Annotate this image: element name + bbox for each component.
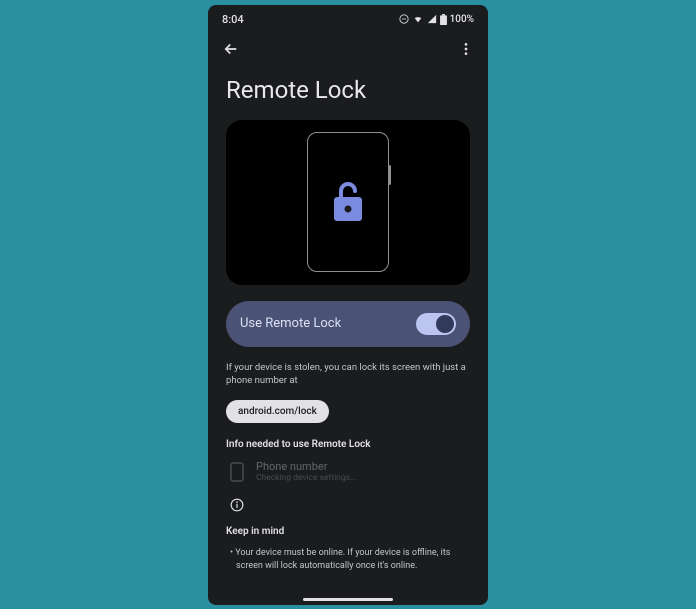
phone-frame: 8:04 100% Remote Lock: [208, 5, 488, 605]
unlock-icon: [328, 179, 368, 225]
arrow-back-icon: [222, 40, 240, 58]
more-vert-icon: [458, 41, 474, 57]
switch-icon: [416, 313, 456, 335]
keep-in-mind-bullet: • Your device must be online. If your de…: [226, 547, 470, 572]
status-time: 8:04: [222, 13, 244, 26]
toolbar: [208, 30, 488, 64]
phone-device-icon: [230, 462, 244, 482]
info-section-title: Info needed to use Remote Lock: [226, 439, 470, 450]
use-remote-lock-toggle[interactable]: Use Remote Lock: [226, 301, 470, 347]
info-icon: [230, 498, 244, 512]
back-button[interactable]: [222, 40, 240, 58]
url-chip[interactable]: android.com/lock: [226, 400, 329, 423]
phone-outline-graphic: [307, 132, 389, 272]
more-button[interactable]: [458, 41, 474, 57]
page-title: Remote Lock: [226, 76, 470, 104]
chip-label: android.com/lock: [238, 406, 317, 417]
keep-in-mind-title: Keep in mind: [226, 526, 470, 537]
phone-number-row: Phone number Checking device settings...: [226, 460, 470, 483]
battery-icon: [440, 14, 447, 25]
description-text: If your device is stolen, you can lock i…: [226, 361, 470, 388]
toggle-label: Use Remote Lock: [240, 316, 341, 331]
content: Remote Lock Use Remote Lock If your devi…: [208, 64, 488, 605]
do-not-disturb-icon: [399, 14, 409, 24]
signal-icon: [427, 14, 437, 24]
home-indicator[interactable]: [303, 598, 393, 601]
wifi-icon: [412, 14, 424, 24]
status-bar: 8:04 100%: [208, 5, 488, 30]
hero-illustration: [226, 120, 470, 285]
info-icon-row: [226, 497, 470, 516]
battery-text: 100%: [450, 14, 474, 25]
status-icons: 100%: [399, 14, 474, 25]
phone-number-sub: Checking device settings...: [256, 473, 357, 483]
phone-number-label: Phone number: [256, 460, 357, 473]
